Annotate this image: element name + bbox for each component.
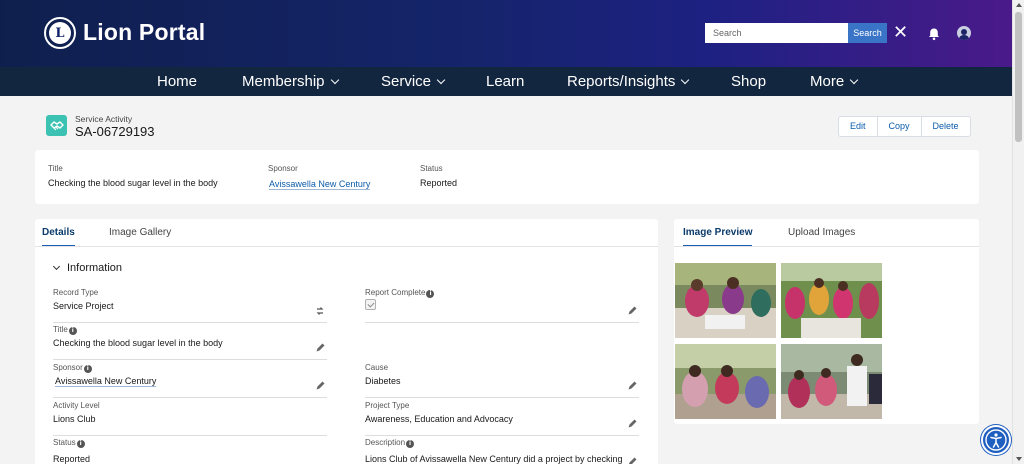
field-title: Title i Checking the blood sugar level in…	[53, 325, 327, 360]
edit-pencil-icon[interactable]	[627, 306, 637, 316]
info-icon[interactable]: i	[426, 289, 435, 298]
chevron-down-icon	[849, 75, 859, 85]
accessibility-button[interactable]	[981, 425, 1011, 455]
edit-pencil-icon[interactable]	[627, 419, 637, 429]
nav-learn[interactable]: Learn	[486, 67, 524, 96]
delete-button[interactable]: Delete	[922, 117, 970, 136]
field-sponsor: Sponsor i Avissawella New Century	[53, 363, 327, 398]
edit-pencil-icon[interactable]	[315, 343, 325, 353]
field-status: Status i Reported	[53, 438, 327, 464]
nav-shop[interactable]: Shop	[731, 67, 766, 96]
hl-status-value: Reported	[420, 178, 458, 188]
report-complete-checkbox[interactable]	[365, 299, 376, 310]
nav-service[interactable]: Service	[381, 67, 446, 96]
field-record-type: Record Type Service Project	[53, 288, 327, 323]
top-header: L Lion Portal Search ✕	[0, 0, 1012, 67]
tab-divider	[35, 246, 658, 247]
main-nav: Home Membership Service Learn Reports/In…	[0, 67, 1012, 96]
edit-button[interactable]: Edit	[839, 117, 878, 136]
page-scrollbar[interactable]	[1012, 0, 1024, 464]
user-avatar-icon[interactable]	[957, 26, 971, 40]
section-information-toggle[interactable]: Information	[52, 262, 122, 274]
tab-details[interactable]: Details	[42, 227, 75, 247]
record-actions: Edit Copy Delete	[838, 116, 971, 137]
lions-logo-icon[interactable]: L	[44, 17, 76, 49]
close-icon[interactable]: ✕	[893, 22, 908, 42]
chevron-down-icon	[681, 75, 690, 85]
edit-pencil-icon[interactable]	[627, 381, 637, 391]
field-report-complete: Report Complete i	[365, 288, 639, 323]
info-icon[interactable]: i	[83, 364, 92, 373]
info-icon[interactable]: i	[406, 439, 415, 448]
highlights-panel: Title Checking the blood sugar level in …	[35, 150, 979, 204]
tab-upload-images[interactable]: Upload Images	[788, 227, 855, 247]
tab-image-preview[interactable]: Image Preview	[683, 227, 753, 247]
logo-letter: L	[49, 22, 71, 44]
edit-pencil-icon[interactable]	[315, 381, 325, 391]
field-description: Description i Lions Club of Avissawella N…	[365, 438, 639, 464]
hl-sponsor-label: Sponsor	[268, 164, 298, 173]
image-card: Image Preview Upload Images	[674, 219, 979, 424]
hl-status-label: Status	[420, 164, 443, 173]
nav-reports-insights[interactable]: Reports/Insights	[567, 67, 690, 96]
hl-title-value: Checking the blood sugar level in the bo…	[48, 178, 218, 188]
sponsor-link[interactable]: Avissawella New Century	[55, 376, 157, 387]
hl-title-label: Title	[48, 164, 63, 173]
scroll-down-arrow-icon[interactable]	[1016, 457, 1022, 461]
record-number: SA-06729193	[75, 124, 155, 139]
gallery-image[interactable]	[781, 263, 882, 338]
field-project-type: Project Type Awareness, Education and Ad…	[365, 401, 639, 436]
gallery-image[interactable]	[675, 263, 776, 338]
copy-button[interactable]: Copy	[878, 117, 922, 136]
details-card: Details Image Gallery Information Record…	[35, 219, 658, 464]
chevron-down-icon	[52, 262, 61, 271]
chevron-down-icon	[436, 75, 446, 85]
field-activity-level: Activity Level Lions Club	[53, 401, 327, 436]
gallery-image[interactable]	[675, 344, 776, 419]
info-icon[interactable]: i	[68, 326, 77, 335]
hl-sponsor-link[interactable]: Avissawella New Century	[269, 179, 371, 190]
edit-pencil-icon[interactable]	[627, 457, 637, 464]
gallery-image[interactable]	[781, 344, 882, 419]
bell-icon[interactable]	[927, 27, 941, 41]
nav-membership[interactable]: Membership	[242, 67, 339, 96]
nav-home[interactable]: Home	[157, 67, 197, 96]
field-cause: Cause Diabetes	[365, 363, 639, 398]
scroll-up-arrow-icon[interactable]	[1016, 3, 1022, 7]
search-button[interactable]: Search	[848, 23, 887, 43]
tab-divider	[674, 246, 979, 247]
nav-more[interactable]: More	[810, 67, 859, 96]
search-input[interactable]	[705, 23, 848, 43]
scroll-thumb[interactable]	[1015, 12, 1022, 142]
record-type-label: Service Activity	[75, 114, 133, 124]
info-icon[interactable]: i	[76, 439, 85, 448]
change-record-type-icon[interactable]	[315, 306, 325, 316]
chevron-down-icon	[330, 75, 339, 85]
tab-image-gallery[interactable]: Image Gallery	[109, 227, 171, 247]
brand-title[interactable]: Lion Portal	[83, 19, 205, 46]
accessibility-icon	[985, 429, 1007, 451]
service-activity-icon	[46, 115, 67, 136]
